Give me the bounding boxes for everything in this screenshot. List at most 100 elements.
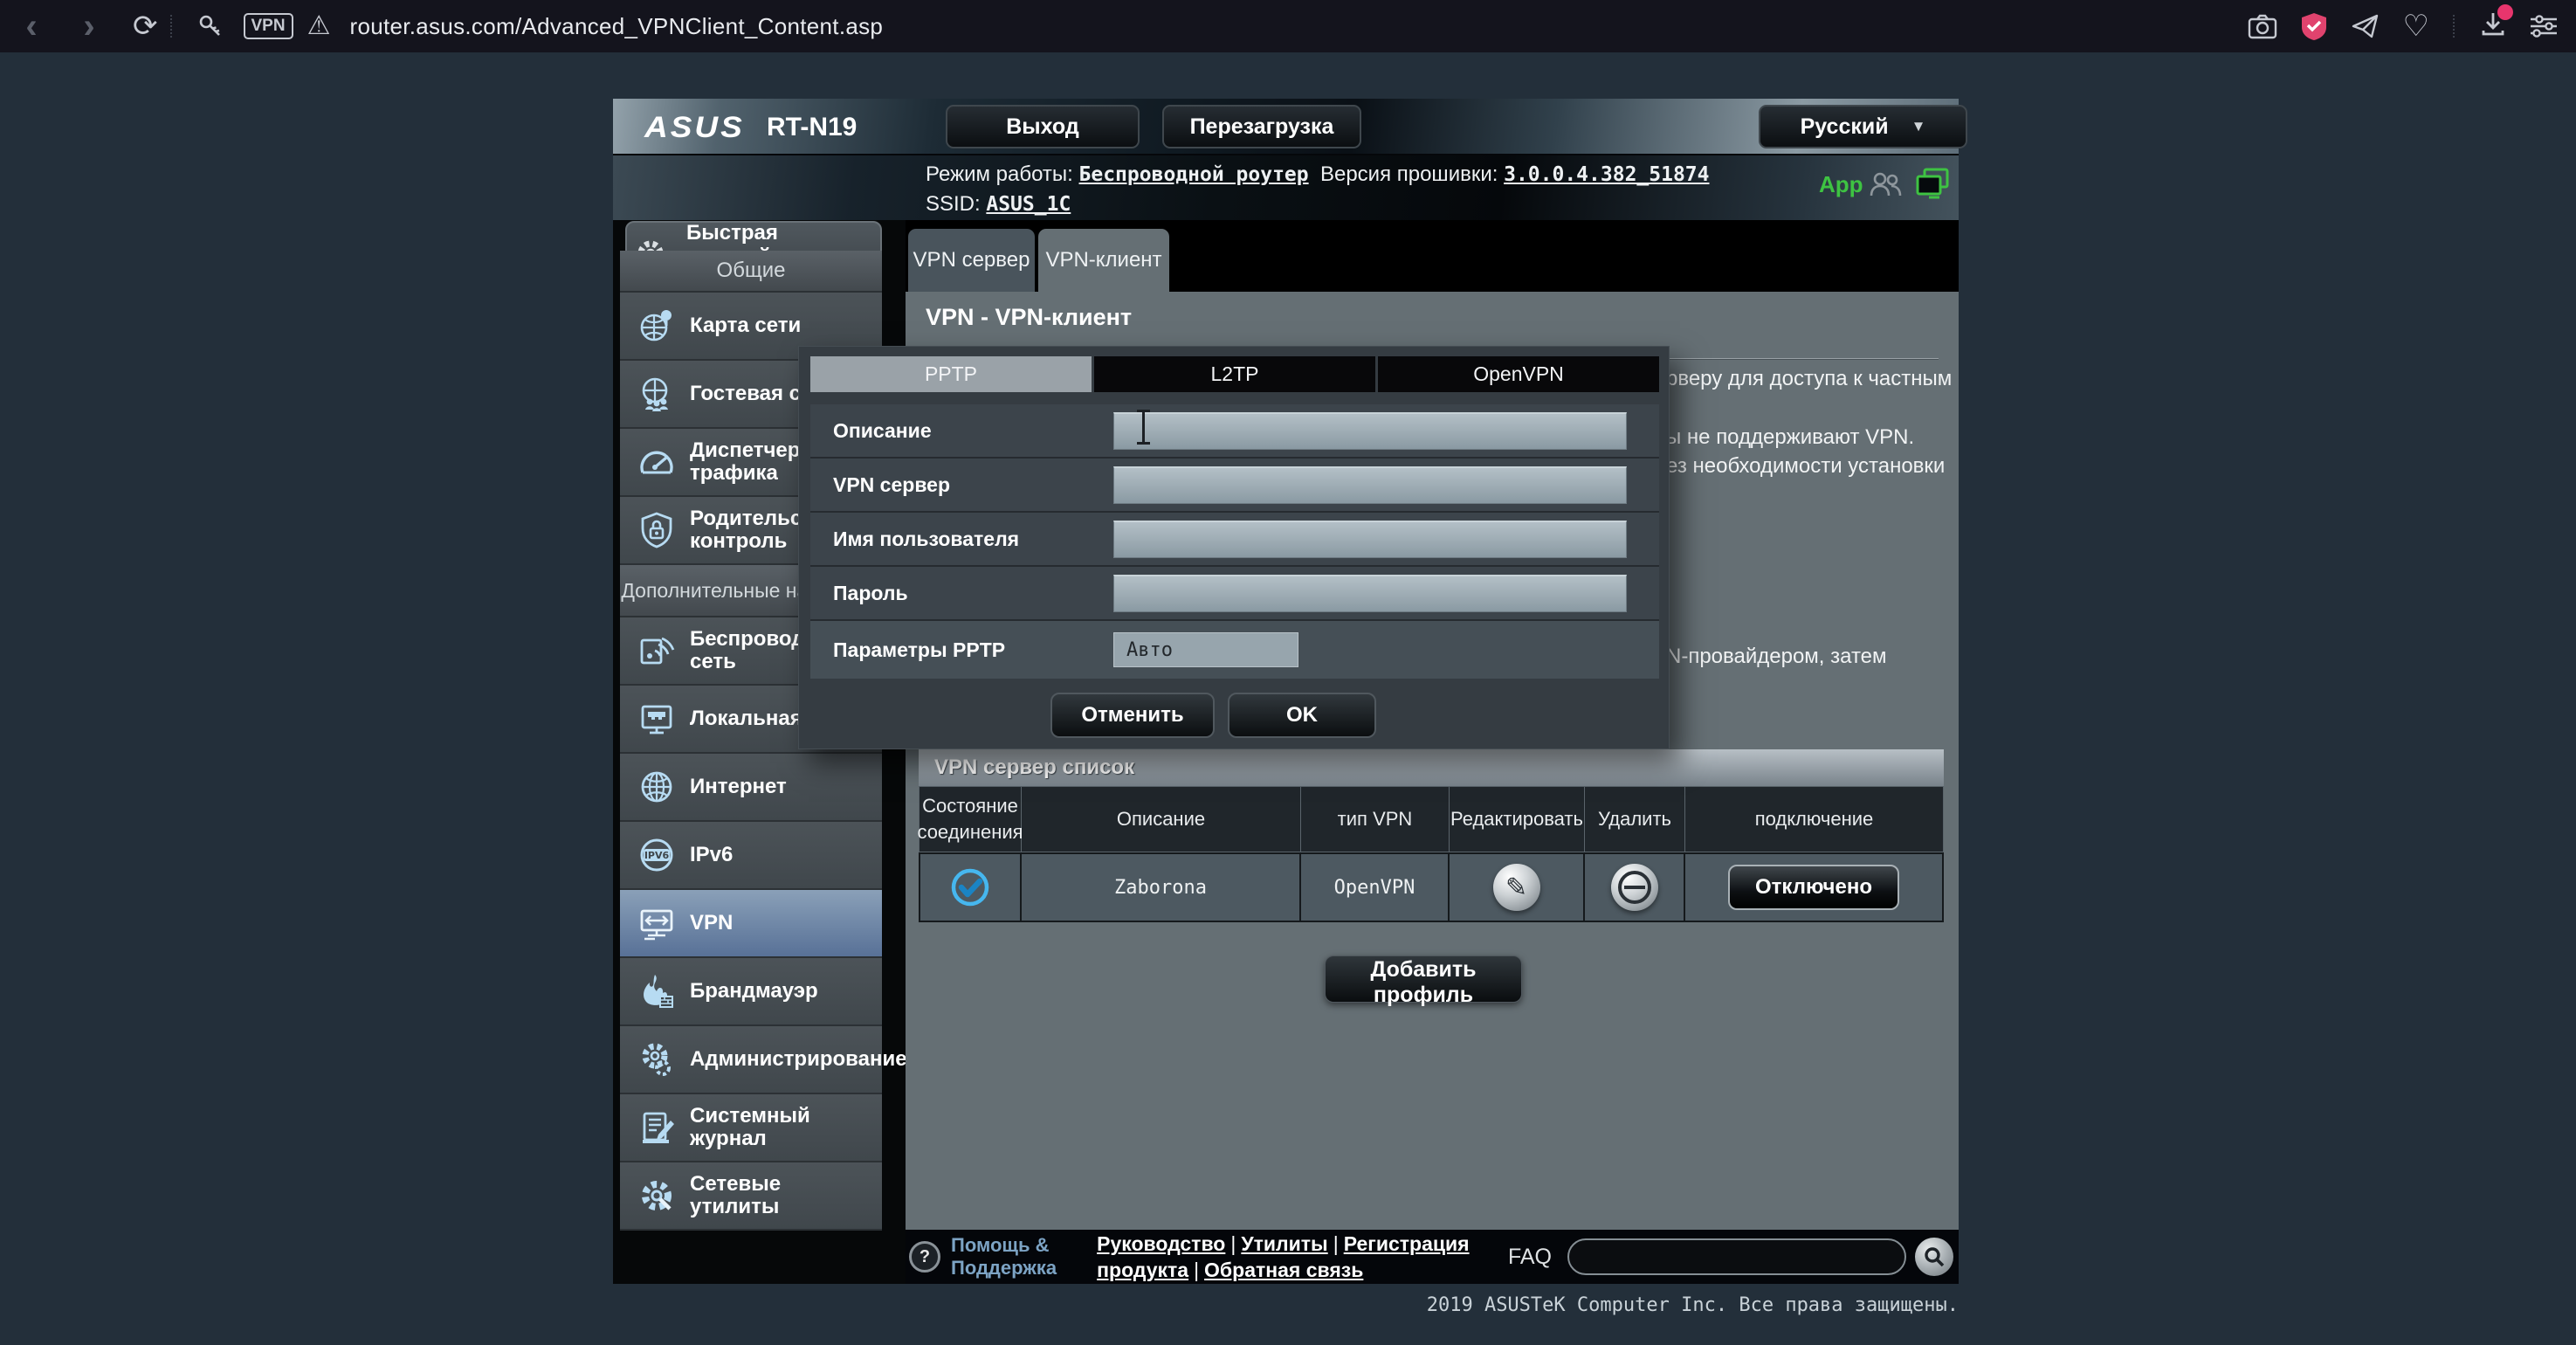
cell-delete — [1585, 852, 1685, 922]
col-vpn-type: тип VPN — [1301, 786, 1450, 852]
browser-settings-sliders-icon[interactable] — [2529, 13, 2559, 39]
cell-status — [919, 852, 1022, 922]
cell-edit: ✎ — [1450, 852, 1585, 922]
faq-label: FAQ — [1508, 1245, 1552, 1270]
sidebar-item-firewall[interactable]: Брандмауэр — [620, 958, 882, 1026]
screen: ‹ › ⟳ VPN ⚠ router.asus.com/Advanced_VPN… — [0, 0, 2576, 1345]
cell-vpn-type: OpenVPN — [1301, 852, 1450, 922]
browser-forward-icon[interactable]: › — [72, 0, 107, 52]
site-key-icon[interactable] — [197, 13, 224, 39]
firewall-flame-icon — [636, 970, 678, 1012]
tab-vpn-server[interactable]: VPN сервер — [908, 229, 1035, 292]
faq-search-button[interactable] — [1915, 1238, 1953, 1276]
faq-search-input[interactable] — [1567, 1238, 1906, 1275]
field-row-vpn-server: VPN сервер — [810, 459, 1659, 513]
description-fragment-1: рверу для доступа к частным — [1666, 367, 1952, 391]
dialog-tab-openvpn[interactable]: OpenVPN — [1378, 356, 1659, 392]
logout-button[interactable]: Выход — [946, 105, 1140, 148]
vpn-server-list-table: VPN сервер список Состояние соединения О… — [919, 749, 1944, 922]
text-cursor — [1142, 410, 1145, 445]
vpn-server-input[interactable] — [1113, 466, 1627, 504]
add-profile-button[interactable]: Добавить профиль — [1325, 955, 1522, 1003]
clients-people-icon[interactable] — [1868, 169, 1903, 201]
address-bar-url[interactable]: router.asus.com/Advanced_VPNClient_Conte… — [349, 13, 883, 40]
app-link[interactable]: App — [1819, 171, 1863, 198]
cancel-button[interactable]: Отменить — [1050, 693, 1215, 738]
username-label: Имя пользователя — [810, 528, 1113, 551]
system-log-icon — [636, 1107, 678, 1148]
guest-network-icon — [636, 373, 678, 415]
connection-toggle-button[interactable]: Отключено — [1728, 865, 1899, 910]
sidebar-item-system-log[interactable]: Системный журнал — [620, 1094, 882, 1162]
description-input[interactable] — [1113, 412, 1627, 450]
sidebar-section-general: Общие — [620, 251, 882, 293]
col-edit: Редактировать — [1450, 786, 1585, 852]
field-row-username: Имя пользователя — [810, 513, 1659, 567]
router-model: RT-N19 — [767, 113, 857, 142]
pptp-options-label: Параметры PPTP — [810, 638, 1113, 662]
edit-button[interactable]: ✎ — [1493, 864, 1540, 911]
username-input[interactable] — [1113, 521, 1627, 558]
router-header: ASUS RT-N19 Выход Перезагрузка Русский ▼ — [613, 99, 1959, 155]
browser-back-icon[interactable]: ‹ — [14, 0, 49, 52]
password-input[interactable] — [1113, 575, 1627, 612]
router-infobar: Режим работы: Беспроводной роутер Версия… — [613, 155, 1959, 220]
dual-screen-icon[interactable] — [1914, 166, 1951, 201]
chevron-down-icon: ▼ — [1911, 118, 1926, 135]
ssid-link[interactable]: ASUS_1C — [986, 193, 1071, 216]
sidebar-item-wan[interactable]: Интернет — [620, 754, 882, 822]
vpn-server-label: VPN сервер — [810, 473, 1113, 497]
protect-shield-icon[interactable] — [2300, 11, 2328, 41]
infobar-line2: SSID: ASUS_1C — [926, 192, 1071, 217]
language-value: Русский — [1801, 114, 1889, 140]
field-row-password: Пароль — [810, 567, 1659, 621]
sidebar-item-vpn[interactable]: VPN — [620, 890, 882, 958]
operation-mode-link[interactable]: Беспроводной роутер — [1079, 163, 1309, 186]
download-notification-dot — [2497, 4, 2513, 20]
browser-reload-icon[interactable]: ⟳ — [133, 0, 158, 52]
site-warning-icon[interactable]: ⚠ — [307, 0, 331, 52]
firmware-version-link[interactable]: 3.0.0.4.382_51874 — [1504, 163, 1709, 186]
administration-gear-icon — [636, 1038, 678, 1080]
tab-vpn-client[interactable]: VPN-клиент — [1038, 229, 1169, 292]
magnifier-icon — [1923, 1245, 1946, 1268]
vpn-icon — [636, 902, 678, 944]
network-tools-icon — [636, 1175, 678, 1217]
utilities-link[interactable]: Утилиты — [1241, 1232, 1327, 1255]
server-list-row: Zaborona OpenVPN ✎ Отключено — [919, 852, 1944, 922]
browser-divider-2 — [2453, 15, 2456, 38]
manual-link[interactable]: Руководство — [1097, 1232, 1225, 1255]
cell-description: Zaborona — [1022, 852, 1301, 922]
feedback-link[interactable]: Обратная связь — [1204, 1259, 1363, 1281]
sidebar-item-administration[interactable]: Администрирование — [620, 1026, 882, 1094]
help-footer: ? Помощь & Поддержка Руководство|Утилиты… — [906, 1230, 1959, 1284]
downloads-icon[interactable] — [2480, 11, 2506, 42]
network-map-icon — [636, 305, 678, 347]
col-delete: Удалить — [1585, 786, 1685, 852]
description-fragment-3: ез необходимости установки — [1666, 454, 1945, 479]
sidebar-item-network-tools[interactable]: Сетевые утилиты — [620, 1162, 882, 1231]
description-fragment-2: ы не поддерживают VPN. — [1666, 425, 1914, 450]
help-support-label: Помощь & Поддержка — [951, 1234, 1057, 1279]
browser-vpn-badge[interactable]: VPN — [244, 13, 293, 39]
internet-globe-icon — [636, 766, 678, 808]
ok-button[interactable]: OK — [1228, 693, 1376, 738]
traffic-manager-gauge-icon — [636, 441, 678, 483]
col-connection-status: Состояние соединения — [919, 786, 1022, 852]
sidebar-item-ipv6[interactable]: IPV6 IPv6 — [620, 822, 882, 890]
screenshot-camera-icon[interactable] — [2248, 13, 2277, 39]
reboot-button[interactable]: Перезагрузка — [1162, 105, 1361, 148]
minus-circle-icon — [1618, 871, 1651, 904]
help-question-icon: ? — [909, 1241, 940, 1273]
col-connection: подключение — [1685, 786, 1944, 852]
delete-button[interactable] — [1611, 864, 1658, 911]
dialog-tab-l2tp[interactable]: L2TP — [1094, 356, 1375, 392]
language-selector[interactable]: Русский ▼ — [1759, 105, 1967, 148]
pptp-options-select[interactable]: Авто — [1113, 632, 1298, 667]
dialog-tab-pptp[interactable]: PPTP — [810, 356, 1092, 392]
cell-connection: Отключено — [1685, 852, 1944, 922]
bookmarks-heart-icon[interactable]: ♡ — [2403, 0, 2429, 52]
share-send-icon[interactable] — [2351, 13, 2380, 39]
server-list-header-row: Состояние соединения Описание тип VPN Ре… — [919, 786, 1944, 852]
copyright-text: 2019 ASUSTeK Computer Inc. Все права защ… — [1427, 1294, 1959, 1316]
